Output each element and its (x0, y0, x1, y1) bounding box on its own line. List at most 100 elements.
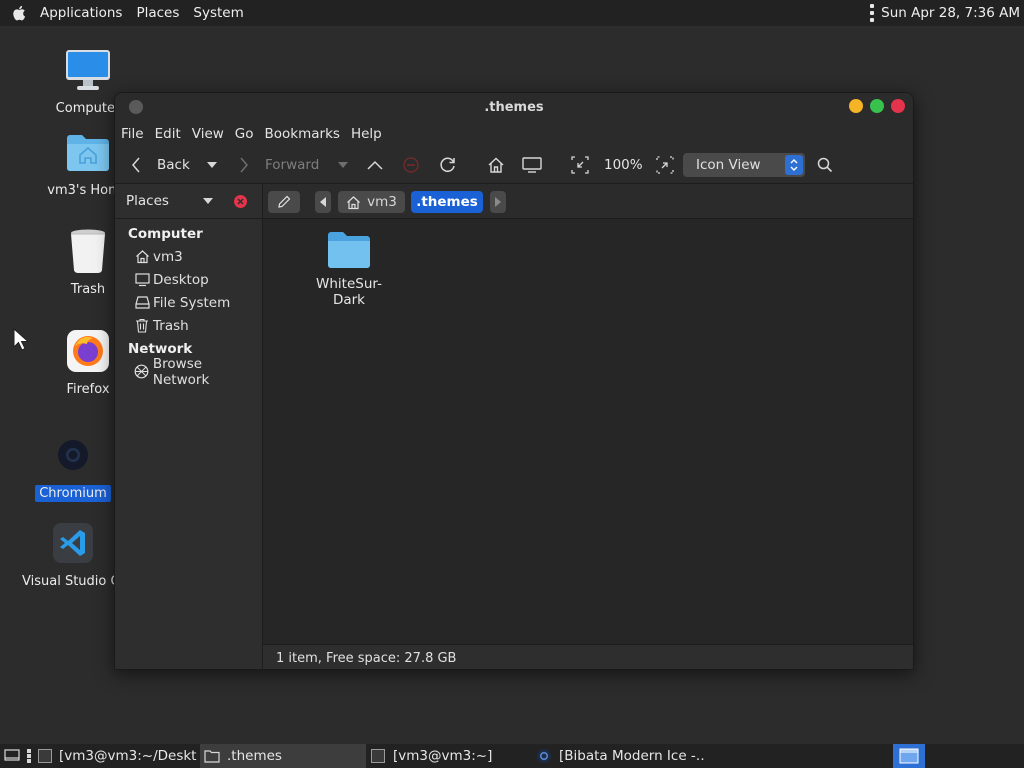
chevron-down-icon[interactable] (203, 198, 213, 204)
home-icon (347, 195, 361, 209)
menu-go[interactable]: Go (231, 126, 258, 142)
file-item[interactable]: WhiteSur-Dark (301, 231, 397, 308)
back-button[interactable]: Back (131, 146, 190, 184)
file-view[interactable]: WhiteSur-Dark (263, 219, 913, 643)
file-manager-window: .themes File Edit View Go Bookmarks Help… (114, 92, 914, 670)
up-button[interactable] (367, 146, 383, 184)
forward-history-dropdown[interactable] (338, 146, 348, 184)
back-arrow-icon (132, 157, 140, 173)
forward-button[interactable]: Forward (239, 146, 319, 184)
location-pathbar: vm3 .themes (263, 184, 913, 219)
status-bar: 1 item, Free space: 27.8 GB (263, 644, 913, 669)
close-sidebar-icon[interactable] (234, 195, 247, 208)
maximize-button[interactable] (870, 99, 884, 113)
desktop-icon-label: Firefox (66, 382, 110, 397)
apple-logo-icon[interactable] (11, 5, 27, 21)
search-button[interactable] (817, 146, 833, 184)
network-icon (134, 364, 150, 380)
crumb-vm3[interactable]: vm3 (338, 191, 405, 213)
panel-handle-icon[interactable] (869, 4, 875, 22)
forward-arrow-icon (240, 157, 248, 173)
home-icon (134, 249, 150, 265)
task-themes[interactable]: .themes (200, 744, 366, 768)
places-menu[interactable]: Places (129, 5, 186, 21)
path-scroll-left-button[interactable] (315, 191, 331, 213)
menu-view[interactable]: View (188, 126, 228, 142)
menu-edit[interactable]: Edit (151, 126, 185, 142)
terminal-icon (38, 748, 52, 764)
toolbar: Back Forward 100% Icon View (115, 146, 913, 184)
sidebar-header: Places (115, 184, 262, 219)
desktop-icon-label: Trash (70, 282, 106, 297)
back-history-dropdown[interactable] (207, 146, 217, 184)
sidebar-item-file-system[interactable]: File System (115, 291, 262, 314)
sidebar-item-trash[interactable]: Trash (115, 314, 262, 337)
desktop-icon (134, 272, 150, 288)
desktop-icon-vscode[interactable]: Visual Studio Code (18, 519, 144, 590)
firefox-icon (64, 327, 112, 375)
reload-icon (440, 157, 455, 172)
applications-menu[interactable]: Applications (33, 5, 129, 21)
status-text: 1 item, Free space: 27.8 GB (276, 650, 457, 666)
drive-icon (134, 295, 150, 311)
crumb-themes[interactable]: .themes (411, 191, 483, 213)
zoom-level[interactable]: 100% (604, 146, 643, 184)
folder-icon (204, 748, 220, 764)
chevron-left-icon (320, 197, 326, 207)
sidebar-item-desktop[interactable]: Desktop (115, 268, 262, 291)
workspace-switcher[interactable] (893, 744, 925, 768)
folder-icon (301, 231, 397, 269)
desktop-icon-label: Chromium (35, 485, 111, 502)
path-scroll-right-button[interactable] (490, 191, 506, 213)
zoom-out-icon (571, 156, 589, 174)
top-panel: Applications Places System Sun Apr 28, 7… (0, 0, 1024, 26)
taskbar-handle-icon[interactable] (27, 744, 35, 768)
trash-icon (64, 227, 112, 275)
zoom-in-button[interactable] (656, 146, 674, 184)
sidebar-item-browse-network[interactable]: Browse Network (115, 356, 262, 388)
minimize-button[interactable] (849, 99, 863, 113)
window-titlebar[interactable]: .themes (115, 93, 913, 121)
spinner-arrows-icon (785, 155, 803, 175)
chevron-down-icon (207, 162, 217, 168)
menubar: File Edit View Go Bookmarks Help (115, 121, 913, 146)
window-title: .themes (484, 99, 544, 115)
task-terminal-desktop[interactable]: [vm3@vm3:~/Deskt… (38, 744, 198, 768)
chromium-icon (536, 748, 552, 764)
monitor-icon (64, 46, 112, 94)
task-terminal-home[interactable]: [vm3@vm3:~] (370, 744, 530, 768)
menu-bookmarks[interactable]: Bookmarks (261, 126, 344, 142)
window-menu-button[interactable] (129, 100, 143, 114)
zoom-out-button[interactable] (571, 146, 589, 184)
file-name: WhiteSur-Dark (316, 276, 382, 308)
sidebar-section-computer: Computer (128, 225, 203, 242)
menu-help[interactable]: Help (347, 126, 386, 142)
computer-button[interactable] (522, 146, 542, 184)
mouse-cursor-icon (13, 328, 30, 351)
close-button[interactable] (891, 99, 905, 113)
bottom-taskbar: [vm3@vm3:~/Deskt… .themes [vm3@vm3:~] [B… (0, 744, 1024, 768)
system-menu[interactable]: System (186, 5, 250, 21)
home-folder-icon (64, 128, 112, 176)
sidebar-type-select[interactable]: Places (126, 193, 169, 209)
show-desktop-button[interactable] (4, 744, 22, 768)
menu-file[interactable]: File (117, 126, 148, 142)
home-button[interactable] (487, 146, 505, 184)
edit-location-button[interactable] (268, 191, 300, 213)
view-mode-select[interactable]: Icon View (683, 153, 805, 177)
up-arrow-icon (367, 160, 383, 170)
sidebar-item-vm3[interactable]: vm3 (115, 245, 262, 268)
home-icon (488, 157, 504, 173)
stop-button[interactable] (403, 146, 419, 184)
zoom-in-icon (656, 156, 674, 174)
search-icon (817, 157, 833, 173)
pencil-icon (278, 195, 291, 208)
vscode-icon (49, 519, 97, 567)
chromium-icon (49, 431, 97, 479)
workspace-icon (899, 748, 919, 764)
computer-icon (522, 157, 542, 173)
task-chromium[interactable]: [Bibata Modern Ice -… (536, 744, 706, 768)
desktop-icon-chromium[interactable]: Chromium (18, 431, 128, 502)
clock[interactable]: Sun Apr 28, 7:36 AM (881, 5, 1020, 21)
reload-button[interactable] (439, 146, 457, 184)
